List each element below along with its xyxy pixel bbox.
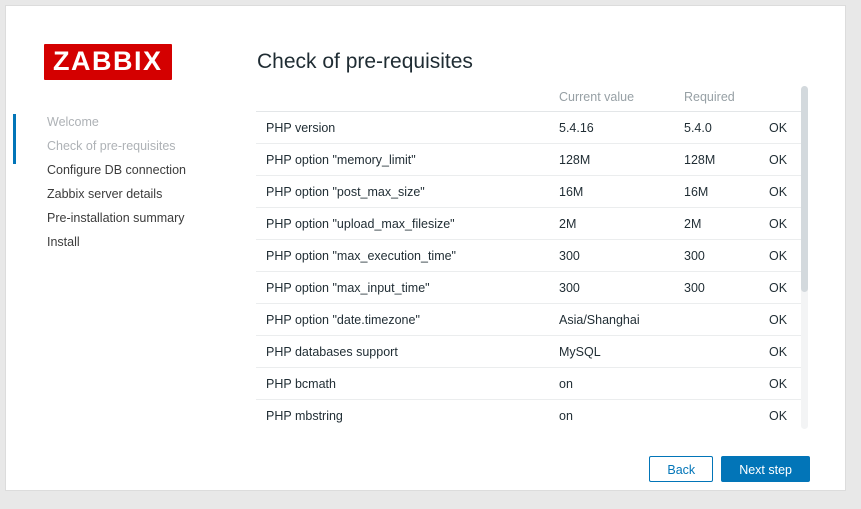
table-row: PHP option "max_execution_time" 300 300 OK bbox=[256, 239, 808, 272]
table-row: PHP version 5.4.16 5.4.0 OK bbox=[256, 111, 808, 144]
cell-current: 5.4.16 bbox=[559, 111, 684, 144]
column-header-current: Current value bbox=[559, 86, 684, 112]
cell-required bbox=[684, 303, 769, 336]
cell-name: PHP bcmath bbox=[256, 367, 559, 400]
table-scrollbar-track[interactable] bbox=[801, 86, 808, 429]
cell-name: PHP option "max_input_time" bbox=[256, 271, 559, 304]
main-content: Check of pre-requisites Current value Re… bbox=[246, 6, 845, 490]
cell-current: MySQL bbox=[559, 335, 684, 368]
table-row: PHP option "memory_limit" 128M 128M OK bbox=[256, 143, 808, 176]
column-header-name bbox=[256, 86, 559, 112]
table-row: PHP mbstring on OK bbox=[256, 399, 808, 429]
cell-current: 2M bbox=[559, 207, 684, 240]
cell-name: PHP option "post_max_size" bbox=[256, 175, 559, 208]
table-row: PHP option "upload_max_filesize" 2M 2M OK bbox=[256, 207, 808, 240]
cell-name: PHP mbstring bbox=[256, 399, 559, 429]
cell-required: 300 bbox=[684, 239, 769, 272]
cell-required: 2M bbox=[684, 207, 769, 240]
cell-current: on bbox=[559, 399, 684, 429]
setup-step-list: Welcome Check of pre-requisites Configur… bbox=[6, 110, 246, 254]
next-step-button[interactable]: Next step bbox=[721, 456, 810, 482]
cell-current: 16M bbox=[559, 175, 684, 208]
table-row: PHP databases support MySQL OK bbox=[256, 335, 808, 368]
cell-required: 16M bbox=[684, 175, 769, 208]
cell-required: 300 bbox=[684, 271, 769, 304]
cell-current: 300 bbox=[559, 271, 684, 304]
table-row: PHP option "date.timezone" Asia/Shanghai O… bbox=[256, 303, 808, 336]
zabbix-logo: ZABBIX bbox=[44, 44, 172, 80]
sidebar-item-welcome[interactable]: Welcome bbox=[6, 110, 246, 134]
prerequisites-table: Current value Required PHP version 5.4.16… bbox=[256, 86, 808, 429]
table-row: PHP option "max_input_time" 300 300 OK bbox=[256, 271, 808, 304]
cell-name: PHP version bbox=[256, 111, 559, 144]
cell-name: PHP option "max_execution_time" bbox=[256, 239, 559, 272]
sidebar-item-server-details[interactable]: Zabbix server details bbox=[6, 182, 246, 206]
cell-required bbox=[684, 335, 769, 368]
cell-required: 5.4.0 bbox=[684, 111, 769, 144]
wizard-footer: Back Next step bbox=[649, 456, 810, 482]
sidebar: ZABBIX Welcome Check of pre-requisites C… bbox=[6, 6, 246, 490]
cell-current: on bbox=[559, 367, 684, 400]
sidebar-item-configure-db[interactable]: Configure DB connection bbox=[6, 158, 246, 182]
sidebar-item-pre-install-summary[interactable]: Pre-installation summary bbox=[6, 206, 246, 230]
sidebar-item-install[interactable]: Install bbox=[6, 230, 246, 254]
cell-name: PHP option "memory_limit" bbox=[256, 143, 559, 176]
table-header-row: Current value Required bbox=[256, 86, 808, 112]
cell-current: Asia/Shanghai bbox=[559, 303, 684, 336]
cell-name: PHP option "upload_max_filesize" bbox=[256, 207, 559, 240]
table-row: PHP option "post_max_size" 16M 16M OK bbox=[256, 175, 808, 208]
cell-name: PHP option "date.timezone" bbox=[256, 303, 559, 336]
table-header: Current value Required bbox=[256, 86, 808, 112]
cell-required bbox=[684, 399, 769, 429]
zabbix-logo-text: ZABBIX bbox=[53, 46, 163, 76]
cell-current: 300 bbox=[559, 239, 684, 272]
back-button[interactable]: Back bbox=[649, 456, 714, 482]
cell-current: 128M bbox=[559, 143, 684, 176]
page-title: Check of pre-requisites bbox=[257, 50, 473, 73]
setup-window: ZABBIX Welcome Check of pre-requisites C… bbox=[5, 5, 846, 491]
cell-required: 128M bbox=[684, 143, 769, 176]
sidebar-item-check-prerequisites[interactable]: Check of pre-requisites bbox=[6, 134, 246, 158]
cell-required bbox=[684, 367, 769, 400]
table-row: PHP bcmath on OK bbox=[256, 367, 808, 400]
cell-name: PHP databases support bbox=[256, 335, 559, 368]
column-header-required: Required bbox=[684, 86, 769, 112]
table-body: PHP version 5.4.16 5.4.0 OK PHP option "memo… bbox=[256, 111, 808, 429]
table-scrollbar-thumb[interactable] bbox=[801, 86, 808, 292]
prerequisites-scroll-area: Current value Required PHP version 5.4.16… bbox=[256, 86, 808, 429]
